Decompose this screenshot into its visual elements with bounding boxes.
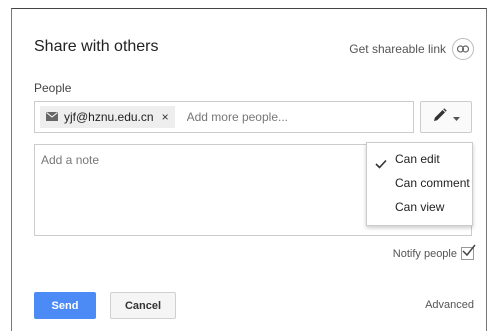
send-button[interactable]: Send [34, 292, 96, 319]
permission-dropdown-button[interactable] [420, 101, 472, 133]
get-link-label: Get shareable link [349, 42, 446, 56]
menu-item-label: Can edit [395, 152, 440, 166]
menu-item-can-edit[interactable]: Can edit [367, 147, 472, 171]
mail-icon [46, 110, 58, 124]
menu-item-can-comment[interactable]: Can comment [367, 171, 472, 195]
notify-people: Notify people [392, 244, 476, 260]
add-people-input[interactable] [184, 109, 359, 125]
people-label: People [34, 81, 72, 95]
chip-remove-icon[interactable]: × [162, 110, 169, 124]
caret-down-icon [452, 108, 460, 126]
menu-item-label: Can view [395, 200, 445, 214]
menu-item-label: Can comment [395, 176, 470, 190]
link-icon[interactable] [452, 38, 474, 60]
dialog-title: Share with others [34, 38, 159, 55]
share-dialog: Share with others Get shareable link Peo… [11, 8, 487, 331]
people-input-box[interactable]: yjf@hznu.edu.cn × [34, 101, 414, 133]
chip-email: yjf@hznu.edu.cn [64, 110, 154, 124]
notify-checkbox[interactable] [461, 244, 476, 260]
advanced-link[interactable]: Advanced [425, 299, 474, 311]
pencil-icon [433, 107, 447, 127]
get-shareable-link[interactable]: Get shareable link [349, 38, 474, 60]
recipient-chip[interactable]: yjf@hznu.edu.cn × [40, 106, 175, 128]
menu-item-can-view[interactable]: Can view [367, 195, 472, 219]
cancel-button[interactable]: Cancel [110, 292, 176, 319]
note-placeholder: Add a note [41, 153, 100, 167]
notify-label: Notify people [392, 247, 457, 260]
permission-menu: Can edit Can comment Can view [366, 142, 473, 226]
